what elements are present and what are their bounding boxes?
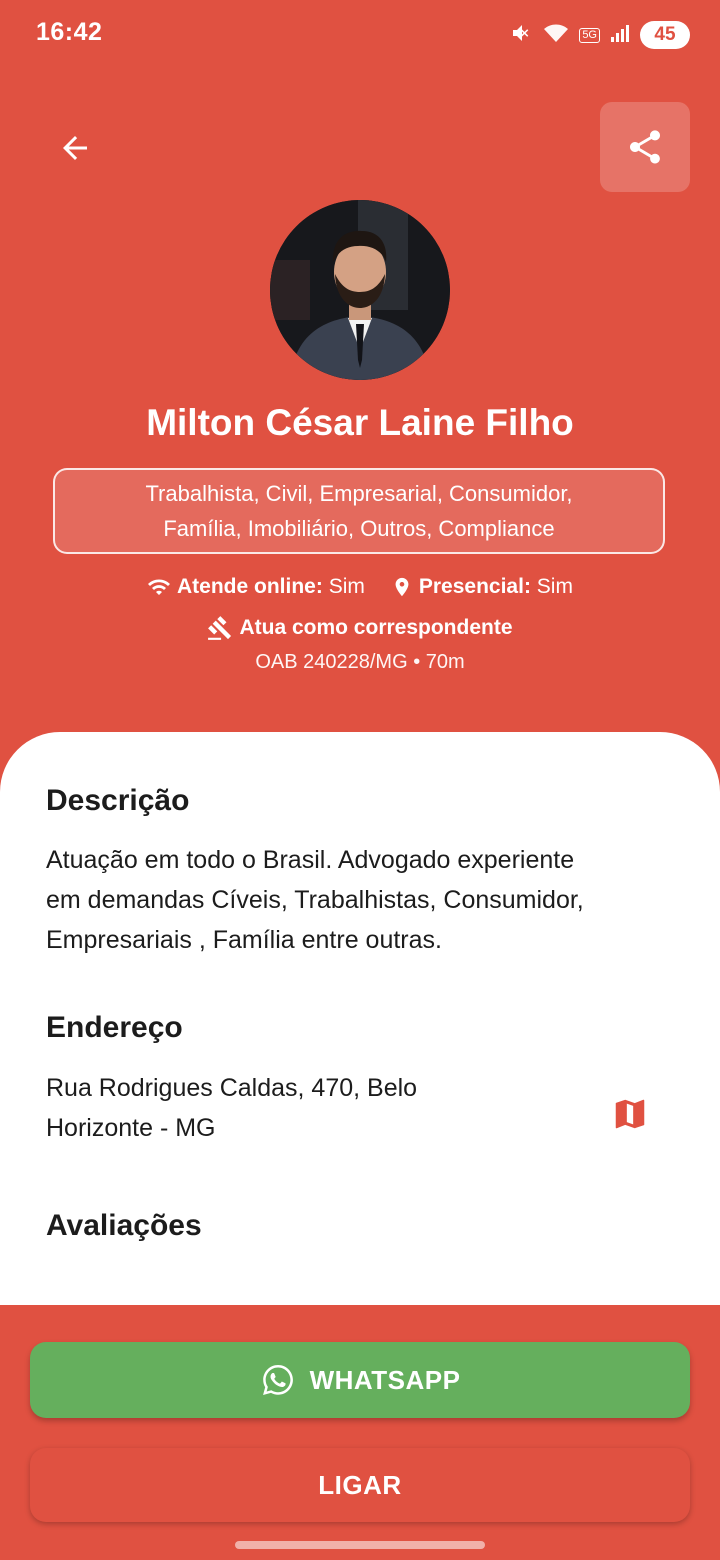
network-type: 5G bbox=[579, 27, 600, 43]
address-title: Endereço bbox=[46, 1011, 183, 1044]
arrow-left-icon bbox=[63, 136, 87, 160]
back-button[interactable] bbox=[50, 123, 100, 173]
description-line-3: Empresariais , Família entre outras. bbox=[46, 926, 442, 954]
practice-areas-line-1: Trabalhista, Civil, Empresarial, Consumi… bbox=[145, 481, 573, 506]
signal-icon bbox=[610, 23, 630, 48]
location-pin-icon bbox=[391, 575, 413, 599]
mute-icon bbox=[509, 21, 533, 50]
practice-areas-line-2: Família, Imobiliário, Outros, Compliance bbox=[163, 516, 555, 541]
practice-areas: Trabalhista, Civil, Empresarial, Consumi… bbox=[53, 468, 665, 554]
battery-indicator: 45 bbox=[640, 21, 690, 49]
whatsapp-button[interactable]: WHATSAPP bbox=[30, 1342, 690, 1418]
share-icon bbox=[630, 130, 660, 164]
online-label: Atende online: bbox=[177, 575, 323, 598]
avatar bbox=[270, 200, 450, 380]
address-line-2: Horizonte - MG bbox=[46, 1114, 216, 1142]
map-icon bbox=[615, 1099, 645, 1129]
address-line-1: Rua Rodrigues Caldas, 470, Belo bbox=[46, 1074, 418, 1102]
call-button[interactable]: LIGAR bbox=[30, 1448, 690, 1522]
status-time: 16:42 bbox=[36, 18, 103, 46]
correspondent-label: Atua como correspondente bbox=[239, 616, 513, 639]
online-value: Sim bbox=[328, 575, 365, 598]
details-card: Descrição Atuação em todo o Brasil. Advo… bbox=[0, 732, 720, 1305]
description-title: Descrição bbox=[46, 784, 190, 817]
reviews-title: Avaliações bbox=[46, 1209, 202, 1242]
call-label: LIGAR bbox=[318, 1469, 402, 1500]
description-line-1: Atuação em todo o Brasil. Advogado exper… bbox=[46, 846, 575, 874]
presencial-label: Presencial: bbox=[418, 575, 531, 598]
whatsapp-label: WHATSAPP bbox=[309, 1364, 461, 1395]
correspondent-row: Atua como correspondente bbox=[0, 615, 720, 641]
wifi-status-icon bbox=[543, 22, 569, 49]
share-button[interactable] bbox=[600, 102, 690, 192]
address-text: Rua Rodrigues Caldas, 470, Belo Horizont… bbox=[46, 1068, 417, 1148]
whatsapp-icon bbox=[262, 1365, 293, 1395]
oab-distance: OAB 240228/MG • 70m bbox=[255, 651, 465, 673]
availability-row: Atende online: Sim Presencial: Sim bbox=[0, 575, 720, 599]
wifi-icon bbox=[147, 575, 171, 599]
status-icons: 5G 45 bbox=[509, 18, 690, 52]
home-indicator[interactable] bbox=[235, 1541, 485, 1549]
presencial-value: Sim bbox=[536, 575, 573, 598]
lawyer-name: Milton César Laine Filho bbox=[146, 402, 574, 443]
map-button[interactable] bbox=[606, 1090, 654, 1138]
gavel-icon bbox=[207, 615, 233, 641]
description-line-2: em demandas Cíveis, Trabalhistas, Consum… bbox=[46, 886, 584, 914]
description-text: Atuação em todo o Brasil. Advogado exper… bbox=[46, 840, 584, 960]
